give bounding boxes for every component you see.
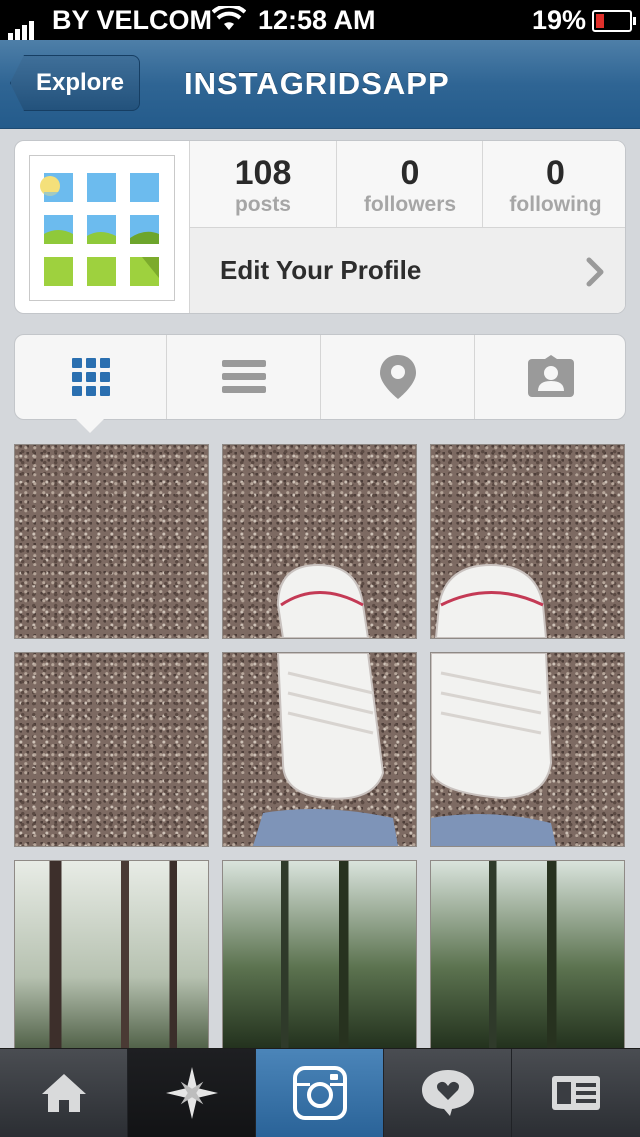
signal-strength-icon	[8, 10, 36, 41]
view-mode-tabs	[14, 334, 626, 433]
tab-map[interactable]	[320, 335, 474, 419]
tab-home[interactable]	[0, 1049, 128, 1137]
list-icon	[221, 360, 266, 393]
activity-heart-icon	[421, 1070, 474, 1116]
profile-stats: 108 posts 0 followers 0 following Edit Y…	[189, 141, 625, 313]
grid-logo-image	[40, 173, 159, 286]
profile-card: 108 posts 0 followers 0 following Edit Y…	[14, 140, 626, 314]
back-button-label: Explore	[35, 69, 125, 96]
following-count: 0	[546, 154, 565, 192]
photo-tile[interactable]	[430, 444, 625, 639]
edit-profile-button[interactable]: Edit Your Profile	[190, 227, 625, 313]
location-pin-icon	[379, 355, 416, 399]
tab-tagged[interactable]	[474, 335, 626, 419]
tab-camera[interactable]	[256, 1049, 384, 1137]
tab-list[interactable]	[166, 335, 320, 419]
photo-tile[interactable]	[430, 652, 625, 847]
tab-explore[interactable]	[128, 1049, 256, 1137]
bottom-tab-bar	[0, 1048, 640, 1137]
followers-stat[interactable]: 0 followers	[336, 141, 483, 227]
status-bar: BY VELCOM 12:58 AM 19%	[0, 0, 640, 41]
photo-tile[interactable]	[14, 652, 209, 847]
active-tab-pointer	[76, 419, 104, 433]
photo-tile[interactable]	[222, 444, 417, 639]
tab-grid[interactable]	[15, 335, 166, 419]
battery-percent: 19%	[532, 5, 587, 35]
page-title: INSTAGRIDSAPP	[184, 66, 450, 101]
camera-icon	[292, 1066, 347, 1120]
tab-activity[interactable]	[384, 1049, 512, 1137]
edit-profile-label: Edit Your Profile	[220, 255, 422, 285]
wifi-icon	[212, 6, 246, 30]
explore-back-button[interactable]: Explore	[10, 55, 140, 111]
battery-icon	[592, 10, 636, 32]
profile-card-icon	[551, 1076, 600, 1110]
posts-count: 108	[234, 154, 292, 192]
following-stat[interactable]: 0 following	[482, 141, 625, 227]
explore-star-icon	[165, 1067, 218, 1119]
posts-label: posts	[234, 193, 291, 216]
avatar[interactable]	[29, 155, 175, 301]
clock: 12:58 AM	[258, 5, 376, 35]
sneaker-image	[430, 652, 556, 846]
home-icon	[41, 1074, 86, 1112]
photo-tile[interactable]	[222, 652, 417, 847]
photo-tile[interactable]	[222, 860, 417, 1048]
tab-profile[interactable]	[512, 1049, 639, 1137]
chevron-right-icon	[586, 257, 604, 287]
tagged-person-icon	[527, 355, 574, 397]
followers-label: followers	[363, 193, 457, 216]
sneaker-image	[434, 563, 548, 639]
photo-tile[interactable]	[14, 444, 209, 639]
photo-tile[interactable]	[430, 860, 625, 1048]
photo-grid	[14, 444, 626, 1048]
grid-icon	[71, 358, 110, 396]
carrier-name: BY VELCOM	[52, 5, 213, 35]
following-label: following	[509, 193, 602, 216]
photo-tile[interactable]	[14, 860, 209, 1048]
navigation-bar: Explore INSTAGRIDSAPP	[0, 40, 640, 129]
posts-stat[interactable]: 108 posts	[190, 141, 336, 227]
sneaker-image	[276, 563, 370, 639]
followers-count: 0	[400, 154, 420, 192]
sneaker-image	[253, 652, 398, 846]
